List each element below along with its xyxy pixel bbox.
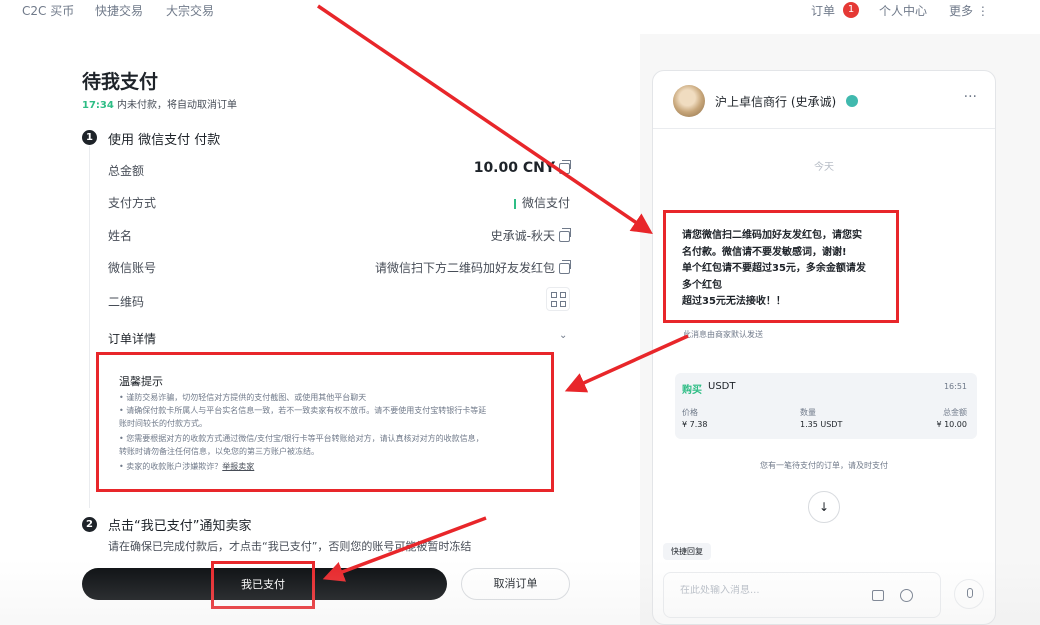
report-seller-link[interactable]: 举报卖家 [222,462,254,471]
merchant-message: 请您微信扫二维码加好友发红包，请您实 名付款。微信请不要发敏感词，谢谢! 单个红… [663,210,899,323]
tip-line: • 卖家的收款账户涉嫌欺诈？举报卖家 [119,462,255,471]
step-2-subtitle: 请在确保已完成付款后，才点击“我已支付”，否则您的账号可能被暂时冻结 [108,540,472,553]
countdown: 17:34 内未付款，将自动取消订单 [82,96,237,111]
verified-badge-icon [846,95,858,107]
order-summary-card[interactable]: 购买 USDT 16:51 价格 ¥ 7.38 数量 1.35 USDT 总金额… [675,373,977,439]
tip-line: • 谨防交易诈骗，切勿轻信对方提供的支付截图、或使用其他平台聊天 [119,393,367,402]
nav-c2c-buy[interactable]: C2C 买币 [22,2,74,19]
more-options-icon[interactable]: ··· [964,89,977,105]
wechat-account-value: 请微信扫下方二维码加好友发红包 [375,259,571,276]
microphone-icon[interactable] [954,579,984,609]
payment-method-label: 支付方式 [108,196,157,210]
message-line: 单个红包请不要超过35元，多余金额请发 [682,263,866,274]
nav-orders[interactable]: 订单 [811,2,835,19]
price-label: 价格 [682,408,698,417]
chat-panel: 沪上卓信商行 (史承诚) ··· 今天 请您微信扫二维码加好友发红包，请您实 名… [652,70,996,625]
page-title: 待我支付 [82,71,159,93]
order-detail-toggle[interactable]: 订单详情 [108,330,156,347]
quantity-value: 1.35 USDT [800,420,843,429]
copy-icon[interactable] [559,160,571,174]
auto-message-note: 此消息由商家默认发送 [683,330,763,339]
qr-code-label: 二维码 [108,295,145,309]
payment-panel [0,34,640,625]
date-divider: 今天 [814,162,834,173]
message-line: 多个红包 [682,279,722,291]
nav-block-trade[interactable]: 大宗交易 [166,2,214,19]
step-2-number: 2 [82,517,97,532]
warm-tips-title: 温馨提示 [119,375,163,388]
tip-line: • 请确保付款卡所属人与平台实名信息一致，若不一致卖家有权不放币。请不要使用支付… [119,406,487,415]
copy-icon[interactable] [559,260,571,274]
merchant-avatar [673,85,705,117]
amount-label: 总金额 [108,164,145,178]
qr-code-icon[interactable] [546,287,570,311]
amount-value: 10.00 CNY [474,160,571,176]
name-value: 史承诚-秋天 [491,227,571,244]
name-label: 姓名 [108,229,133,243]
step-1-number: 1 [82,130,97,145]
paid-button[interactable]: 我已支付 [211,561,315,609]
message-line: 名付款。微信请不要发敏感词，谢谢! [682,246,847,258]
chevron-down-icon[interactable]: ⌄ [559,330,567,341]
payment-method-value: 微信支付 [513,194,570,211]
order-count-badge: 1 [843,2,859,18]
total-value: ¥ 10.00 [936,420,967,429]
message-input[interactable] [680,585,860,596]
copy-icon[interactable] [559,228,571,242]
countdown-time: 17:34 [82,100,114,111]
countdown-text: 内未付款，将自动取消订单 [113,100,238,111]
total-label: 总金额 [943,408,967,417]
tip-line: 转账时请勿备注任何信息，以免您的第三方账户被冻结。 [119,447,319,456]
cancel-order-button[interactable]: 取消订单 [461,568,570,600]
nav-quick-trade[interactable]: 快捷交易 [95,2,143,19]
step-2-title: 点击“我已支付”通知卖家 [108,519,252,534]
image-upload-icon[interactable] [872,590,884,601]
nav-more[interactable]: 更多 ⋮ [949,2,989,19]
emoji-icon[interactable] [900,589,913,602]
order-coin: USDT [708,381,736,392]
chat-header: 沪上卓信商行 (史承诚) ··· [653,71,995,129]
message-input-box [663,572,941,618]
tip-line: • 您需要根据对方的收款方式通过微信/支付宝/银行卡等平台转账给对方，请认真核对… [119,434,484,443]
order-time: 16:51 [943,382,967,391]
top-nav: C2C 买币 快捷交易 大宗交易 订单 1 个人中心 更多 ⋮ [0,0,1040,34]
message-line: 请您微信扫二维码加好友发红包，请您实 [682,230,862,241]
tip-line: 账时间较长的付款方式。 [119,419,207,428]
step-divider-line [89,146,90,508]
message-line: 超过35元无法接收！！ [682,296,786,307]
step-1-title: 使用 微信支付 付款 [108,133,221,148]
pending-order-note: 您有一笔待支付的订单，请及时支付 [760,461,888,470]
quick-reply-button[interactable]: 快捷回复 [663,543,711,560]
wechat-pay-marker [513,198,516,209]
scroll-down-icon[interactable]: ↓ [808,491,840,523]
nav-account-center[interactable]: 个人中心 [879,2,927,19]
warm-tips-box: 温馨提示 • 谨防交易诈骗，切勿轻信对方提供的支付截图、或使用其他平台聊天 • … [96,352,554,492]
order-side: 购买 [682,385,702,396]
merchant-name[interactable]: 沪上卓信商行 (史承诚) [715,93,836,110]
wechat-account-label: 微信账号 [108,261,157,275]
quantity-label: 数量 [800,408,816,417]
price-value: ¥ 7.38 [682,420,708,429]
